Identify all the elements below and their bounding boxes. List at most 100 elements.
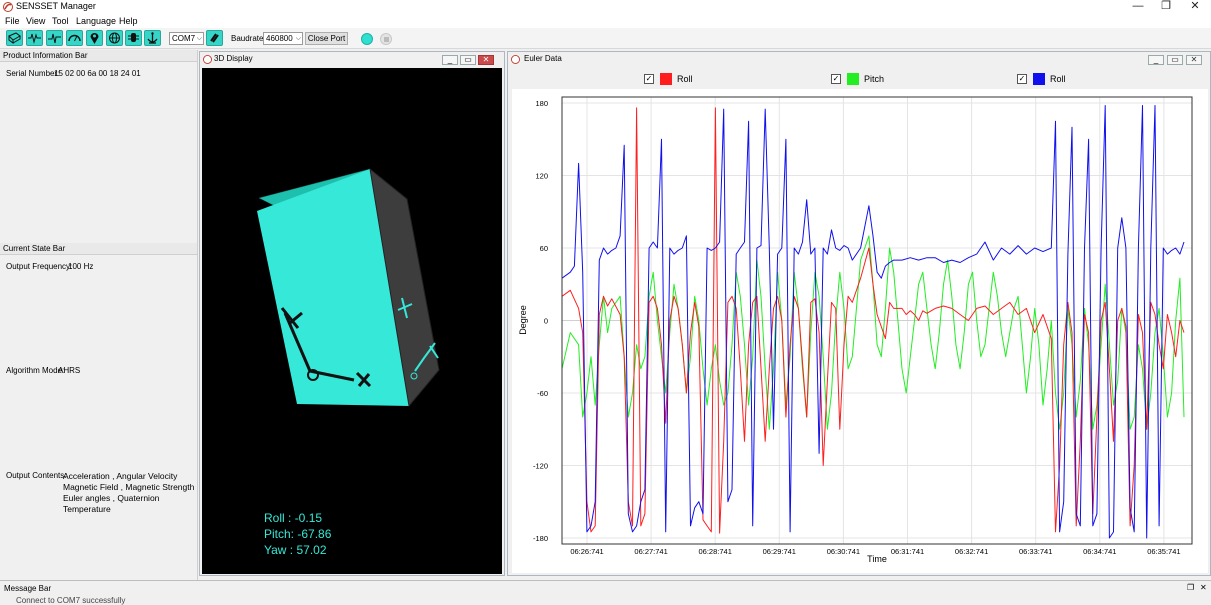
float-icon[interactable]: ❐ (1187, 583, 1194, 592)
menu-tool[interactable]: Tool (52, 16, 69, 26)
close-port-button[interactable]: Close Port (305, 32, 348, 45)
algorithm-mode-value: AHRS (58, 366, 81, 375)
port-select[interactable]: COM7 ⌵ (169, 32, 204, 45)
x-tick-label: 06:34:741 (1083, 547, 1116, 556)
restore-icon[interactable]: ▭ (460, 55, 476, 65)
box-3d-button[interactable] (6, 30, 23, 46)
restore-icon[interactable]: ▭ (1167, 55, 1183, 65)
output-frequency-label: Output Frequency: (6, 262, 73, 271)
y-tick-labels: -180 -120 -60 0 60 120 180 (533, 99, 548, 543)
baudrate-select[interactable]: 460800 ⌵ (263, 32, 303, 45)
legend-roll-2-checkbox[interactable]: ✓ (1017, 74, 1027, 84)
output-contents-list: Acceleration , Angular Velocity Magnetic… (63, 471, 194, 515)
serial-value: 15 02 00 6a 00 18 24 01 (54, 69, 141, 78)
app-logo-icon (3, 2, 13, 12)
menu-language[interactable]: Language (76, 16, 116, 26)
y-tick-label: 0 (544, 317, 548, 326)
legend-pitch-checkbox[interactable]: ✓ (831, 74, 841, 84)
pitch-label: Pitch: (264, 527, 295, 541)
waveform-icon (28, 33, 41, 44)
close-icon[interactable]: ✕ (478, 55, 494, 65)
display-3d-window: 3D Display _ ▭ ✕ Roll : -0.15 Pitch: -67… (199, 51, 505, 576)
connect-button[interactable] (206, 30, 223, 46)
connect-icon (210, 33, 219, 43)
chevron-down-icon: ⌵ (295, 35, 301, 42)
roll-value: -0.15 (294, 511, 323, 525)
chart-area: -180 -120 -60 0 60 120 180 06:26:741 06:27:741 0… (512, 89, 1208, 573)
legend-roll-checkbox[interactable]: ✓ (644, 74, 654, 84)
message-text: Connect to COM7 successfully (16, 596, 126, 605)
y-tick-label: -120 (533, 461, 548, 470)
location-pin-icon (90, 33, 99, 44)
euler-line-chart[interactable]: -180 -120 -60 0 60 120 180 06:26:741 06:27:741 0… (512, 89, 1208, 573)
x-tick-label: 06:27:741 (634, 547, 667, 556)
menu-file[interactable]: File (5, 16, 20, 26)
message-bar-title: Message Bar (4, 584, 52, 593)
box-3d-icon (8, 32, 21, 44)
display-3d-viewport[interactable]: Roll : -0.15 Pitch: -67.86 Yaw : 57.02 (202, 68, 502, 574)
y-tick-label: 120 (535, 172, 548, 181)
x-tick-label: 06:33:741 (1019, 547, 1052, 556)
orientation-readout: Roll : -0.15 Pitch: -67.86 Yaw : 57.02 (264, 510, 331, 558)
legend-pitch-label: Pitch (864, 74, 885, 84)
toolbar: COM7 ⌵ Baudrate: 460800 ⌵ Close Port (0, 28, 1211, 49)
product-info-title: Product Information Bar (0, 50, 197, 62)
window-title: SENSSET Manager (16, 1, 96, 11)
legend-roll-2-label: Roll (1050, 74, 1066, 84)
output-frequency-value: 100 Hz (68, 262, 94, 271)
output-contents-label: Output Contents: (6, 471, 67, 480)
y-tick-label: 180 (535, 99, 548, 108)
series-line-roll-2 (561, 105, 1185, 539)
location-button[interactable] (86, 30, 103, 46)
satellite-button[interactable] (125, 30, 142, 46)
record-status-icon[interactable] (361, 33, 373, 45)
pulse-button[interactable] (46, 30, 63, 46)
minimize-icon[interactable]: _ (442, 55, 458, 65)
euler-data-window: Euler Data _ ▭ ✕ ✓ Roll ✓ Pitch ✓ Roll -… (507, 51, 1211, 576)
waveform-button[interactable] (26, 30, 43, 46)
menu-help[interactable]: Help (119, 16, 138, 26)
serial-label: Serial Number: (6, 69, 60, 78)
globe-button[interactable] (106, 30, 123, 46)
pulse-icon (48, 33, 61, 44)
x-tick-label: 06:29:741 (763, 547, 796, 556)
menu-view[interactable]: View (26, 16, 45, 26)
chevron-down-icon: ⌵ (196, 35, 202, 42)
maximize-button[interactable]: ❐ (1152, 0, 1180, 14)
x-tick-label: 06:35:741 (1147, 547, 1180, 556)
anchor-icon (147, 32, 158, 44)
y-axis-label: Degree (518, 305, 528, 335)
y-tick-label: 60 (540, 244, 548, 253)
output-content-item: Acceleration , Angular Velocity (63, 471, 178, 481)
output-content-item: Magnetic Field , Magnetic Strength (63, 482, 195, 492)
message-bar: Message Bar ❐ ✕ Connect to COM7 successf… (0, 580, 1211, 605)
euler-data-title: Euler Data (524, 54, 562, 63)
left-panel: Product Information Bar Serial Number: 1… (0, 50, 198, 580)
legend-roll-label: Roll (677, 74, 693, 84)
output-content-item: Euler angles , Quaternion (63, 493, 160, 503)
port-value: COM7 (172, 34, 196, 43)
minimize-icon[interactable]: _ (1148, 55, 1164, 65)
close-window-button[interactable]: ✕ (1181, 0, 1209, 14)
minimize-button[interactable]: — (1124, 0, 1152, 14)
anchor-button[interactable] (144, 30, 161, 46)
close-icon[interactable]: ✕ (1200, 583, 1207, 592)
stop-icon[interactable] (380, 33, 392, 45)
globe-icon (109, 32, 120, 44)
title-bar: SENSSET Manager — ❐ ✕ (0, 0, 1211, 14)
gauge-button[interactable] (66, 30, 83, 46)
window-logo-icon (203, 55, 212, 64)
menu-bar: File View Tool Language Help (0, 14, 1211, 28)
baudrate-label: Baudrate: (231, 34, 266, 43)
close-icon[interactable]: ✕ (1186, 55, 1202, 65)
yaw-value: 57.02 (296, 543, 327, 557)
y-tick-label: -60 (537, 389, 548, 398)
window-logo-icon (511, 55, 520, 64)
x-axis-label: Time (867, 554, 887, 564)
legend-roll-2-swatch (1033, 73, 1045, 85)
roll-label: Roll : (264, 511, 292, 525)
x-tick-label: 06:32:741 (955, 547, 988, 556)
x-tick-label: 06:28:741 (699, 547, 732, 556)
gauge-icon (68, 34, 81, 42)
x-tick-label: 06:26:741 (570, 547, 603, 556)
